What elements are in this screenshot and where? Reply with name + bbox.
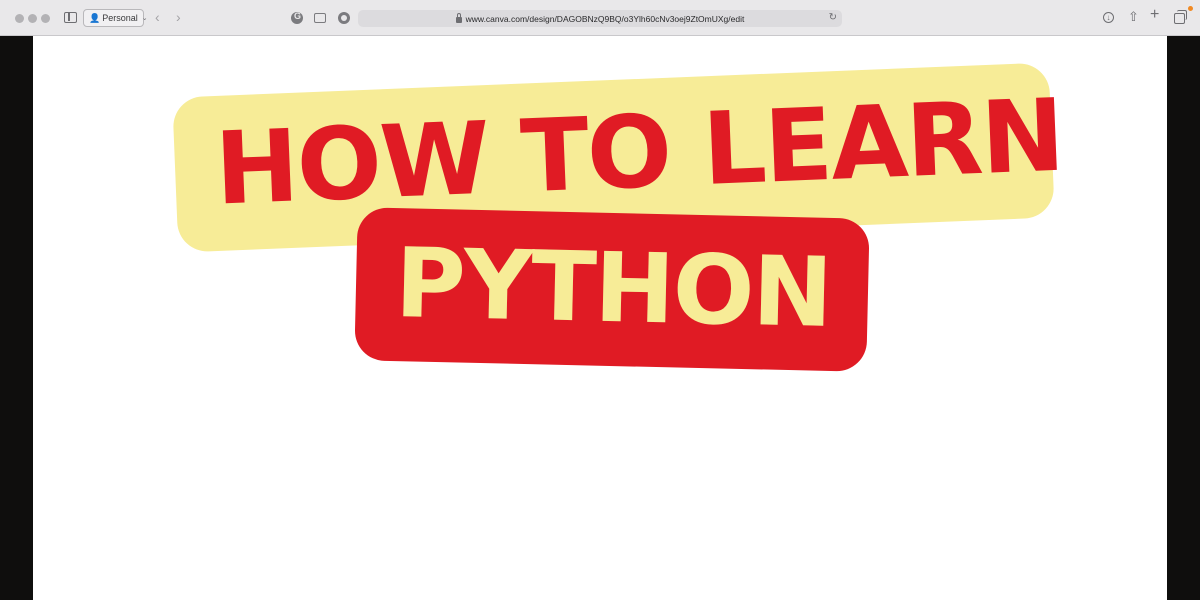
reload-icon[interactable]: ↻ [829,12,837,23]
close-window-button[interactable] [15,14,24,23]
share-icon[interactable]: ⇧ [1128,10,1139,24]
lock-icon [455,12,462,23]
tabs-icon[interactable] [1174,10,1187,24]
forward-icon[interactable]: › [176,10,181,24]
profile-label: Personal [102,13,138,23]
download-icon[interactable]: ↓ [1103,12,1114,23]
address-bar[interactable]: www.canva.com/design/DAGOBNzQ9BQ/o3Ylh60… [358,10,842,27]
minimize-window-button[interactable] [28,14,37,23]
url-text: www.canva.com/design/DAGOBNzQ9BQ/o3Ylh60… [465,13,745,24]
person-icon: 👤 [89,12,101,23]
chat-icon[interactable] [338,12,350,24]
browser-toolbar: 👤 Personal ⌄ ‹ › www.canva.com/design/DA… [0,0,1200,36]
profile-button[interactable]: 👤 Personal ⌄ [83,9,148,27]
window-edge-left [0,36,33,600]
window-edge-right [1167,36,1200,600]
new-tab-icon[interactable]: + [1150,7,1159,23]
maximize-window-button[interactable] [41,14,50,23]
notification-dot [1188,6,1193,11]
chevron-down-icon: ⌄ [141,15,148,22]
back-icon[interactable]: ‹ [155,10,160,24]
sidebar-icon[interactable] [64,12,77,23]
screen-icon[interactable] [314,13,326,23]
grammarly-icon[interactable] [291,11,303,24]
title-line-2[interactable]: PYTHON [379,227,847,350]
